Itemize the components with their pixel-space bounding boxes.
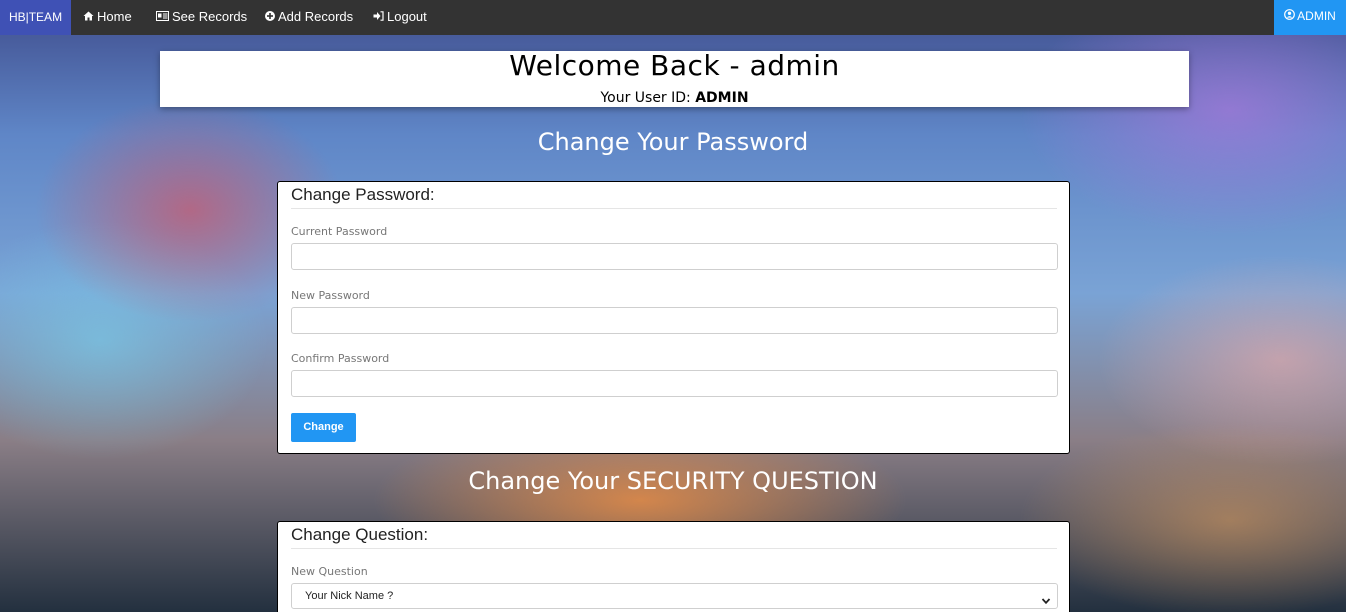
change-password-legend: Change Password: (291, 185, 1057, 209)
user-id-label: Your User ID: (600, 90, 691, 106)
change-password-button[interactable]: Change (291, 413, 356, 442)
password-section-heading: Change Your Password (537, 128, 809, 156)
security-question-heading: Change Your SECURITY QUESTION (468, 467, 878, 495)
change-password-panel: Change Password: Current Password New Pa… (277, 181, 1070, 454)
current-password-label: Current Password (291, 225, 388, 238)
nav-logout-label: Logout (387, 9, 427, 24)
brand-link[interactable]: HB|TEAM (0, 0, 71, 35)
plus-circle-icon (265, 2, 275, 35)
new-question-label: New Question (291, 565, 368, 578)
welcome-title: Welcome Back - admin (509, 49, 840, 82)
current-password-field[interactable] (291, 243, 1058, 270)
welcome-card: Welcome Back - admin Your User ID: ADMIN (160, 51, 1189, 107)
nav-home-label: Home (97, 9, 132, 24)
id-card-icon (156, 2, 169, 35)
chevron-down-icon (1041, 591, 1051, 605)
nav-home[interactable]: Home (83, 0, 132, 35)
user-menu-label: ADMIN (1297, 9, 1336, 23)
home-icon (83, 2, 94, 35)
nav-add-records[interactable]: Add Records (265, 0, 353, 35)
change-question-legend: Change Question: (291, 525, 1057, 549)
change-question-panel: Change Question: New Question Your Nick … (277, 521, 1070, 612)
nav-add-records-label: Add Records (278, 9, 354, 24)
nav-see-records[interactable]: See Records (156, 0, 247, 35)
user-circle-icon (1284, 0, 1296, 33)
top-navbar: HB|TEAM Home See Records Add Records Log… (0, 0, 1346, 35)
new-password-field[interactable] (291, 307, 1058, 334)
new-password-label: New Password (291, 289, 370, 302)
nav-logout[interactable]: Logout (373, 0, 427, 35)
user-menu-button[interactable]: ADMIN (1274, 0, 1346, 35)
selected-question-value: Your Nick Name ? (305, 590, 394, 602)
confirm-password-field[interactable] (291, 370, 1058, 397)
sign-in-icon (373, 2, 384, 35)
security-question-select[interactable]: Your Nick Name ? (291, 583, 1058, 609)
user-id-line: Your User ID: ADMIN (160, 89, 1189, 107)
confirm-password-label: Confirm Password (291, 352, 390, 365)
user-id-value: ADMIN (695, 90, 749, 106)
nav-see-records-label: See Records (172, 9, 248, 24)
